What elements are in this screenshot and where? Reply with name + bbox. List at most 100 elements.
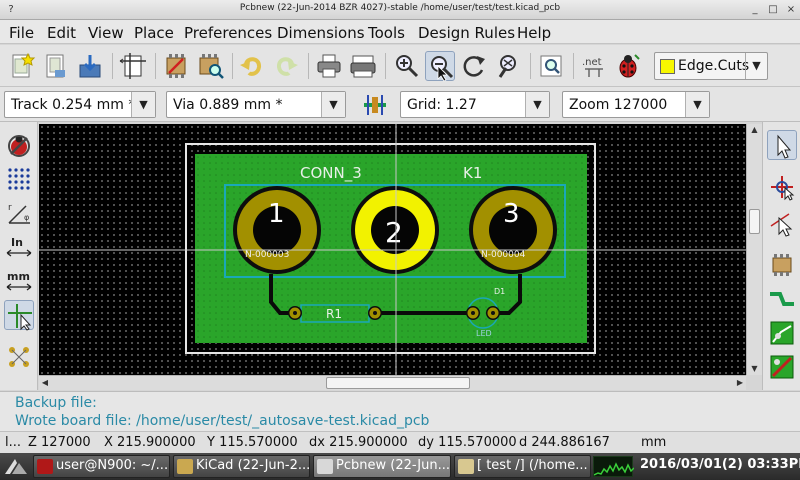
polar-coords-button[interactable]: rφ <box>4 198 34 228</box>
start-button[interactable] <box>2 455 30 478</box>
zoom-out-button[interactable] <box>425 51 455 82</box>
microwave-icon <box>770 355 794 379</box>
module-editor-icon <box>166 54 186 78</box>
task-terminal-label: user@N900: ~/... <box>56 458 169 473</box>
show-ratsnest-button[interactable] <box>4 342 34 372</box>
task-pcbnew[interactable]: Pcbnew (22-Jun... <box>313 455 451 478</box>
highlight-net-button[interactable] <box>767 172 797 202</box>
zoom-redraw-button[interactable] <box>459 51 489 81</box>
page-settings-button[interactable] <box>118 51 148 81</box>
add-zone-button[interactable] <box>767 318 797 348</box>
chevron-down-icon[interactable]: ▼ <box>685 92 709 117</box>
pcb-canvas[interactable]: CONN_3 K1 1 N-000003 2 3 N-000004 R1 D1 … <box>39 124 746 375</box>
cpu-monitor-graph[interactable] <box>593 456 635 477</box>
grid-toggle-button[interactable] <box>4 164 34 194</box>
save-board-button[interactable] <box>75 51 105 81</box>
kicad-icon <box>177 459 193 474</box>
menu-tools[interactable]: Tools <box>368 24 405 42</box>
pad-1-net: N-000003 <box>245 250 289 260</box>
scroll-up-icon[interactable]: ▲ <box>747 124 762 136</box>
layer-select[interactable]: Edge.Cuts ▼ <box>654 52 768 80</box>
redo-button[interactable] <box>271 51 301 81</box>
svg-text:In: In <box>11 236 23 249</box>
pad-1[interactable]: 1 N-000003 <box>233 186 321 274</box>
add-module-button[interactable] <box>767 250 797 280</box>
ratsnest-icon <box>9 347 29 367</box>
board-drawing: CONN_3 K1 1 N-000003 2 3 N-000004 R1 D1 … <box>39 124 746 375</box>
grid-icon <box>8 168 30 190</box>
plot-button[interactable] <box>348 51 378 81</box>
module-viewer-button[interactable] <box>195 51 225 81</box>
zoom-select[interactable]: Zoom 127000 ▼ <box>562 91 710 118</box>
menu-place[interactable]: Place <box>134 24 174 42</box>
status-zoom: Z 127000 <box>28 435 91 450</box>
chevron-down-icon[interactable]: ▼ <box>321 92 345 117</box>
pad-3[interactable]: 3 N-000004 <box>469 186 557 274</box>
undo-icon <box>240 57 261 76</box>
module-editor-button[interactable] <box>161 51 191 81</box>
inch-units-button[interactable]: In <box>4 232 34 262</box>
status-y: Y 115.570000 <box>207 435 298 450</box>
microwave-tools-button[interactable] <box>767 352 797 382</box>
track-width-select[interactable]: Track 0.254 mm * ▼ <box>4 91 156 118</box>
menu-edit[interactable]: Edit <box>47 24 76 42</box>
zoom-value: Zoom 127000 <box>569 97 668 113</box>
add-track-button[interactable] <box>767 284 797 314</box>
d1-pad-k-drill <box>491 311 495 315</box>
start-menu-icon <box>5 459 27 474</box>
vertical-scroll-thumb[interactable] <box>749 209 760 234</box>
menu-dimensions[interactable]: Dimensions <box>277 24 365 42</box>
drc-off-button[interactable] <box>4 130 34 160</box>
open-board-button[interactable] <box>41 51 71 81</box>
vertical-scrollbar[interactable]: ▲ ▼ <box>746 124 762 375</box>
new-board-button[interactable] <box>7 51 37 81</box>
task-kicad[interactable]: KiCad (22-Jun-2... <box>173 455 310 478</box>
toolbar-separator <box>112 53 113 79</box>
maximize-button[interactable]: □ <box>766 3 780 17</box>
grid-select[interactable]: Grid: 1.27 ▼ <box>400 91 550 118</box>
zoom-in-icon <box>396 55 419 78</box>
toolbar-separator <box>232 53 233 79</box>
chevron-down-icon[interactable]: ▼ <box>745 53 767 79</box>
minimize-button[interactable]: _ <box>748 3 762 17</box>
menu-preferences[interactable]: Preferences <box>184 24 272 42</box>
auto-track-width-button[interactable] <box>360 91 390 119</box>
ladybug-icon <box>619 54 640 78</box>
scroll-right-icon[interactable]: ▶ <box>734 376 746 390</box>
add-track-icon <box>770 292 794 306</box>
save-board-icon <box>79 55 101 78</box>
local-ratsnest-icon <box>770 213 793 237</box>
print-icon <box>317 54 341 78</box>
zoom-auto-button[interactable] <box>493 51 523 81</box>
menu-design-rules[interactable]: Design Rules <box>418 24 515 42</box>
pad-2[interactable]: 2 <box>351 186 439 274</box>
menu-view[interactable]: View <box>88 24 124 42</box>
via-size-select[interactable]: Via 0.889 mm * ▼ <box>166 91 346 118</box>
arrow-cursor-icon <box>777 134 792 159</box>
horizontal-scrollbar[interactable]: ◀ ▶ <box>39 375 746 390</box>
zoom-in-button[interactable] <box>391 51 421 81</box>
netlist-button[interactable]: .net <box>579 51 609 81</box>
scroll-down-icon[interactable]: ▼ <box>747 363 762 375</box>
print-button[interactable] <box>314 51 344 81</box>
chevron-down-icon[interactable]: ▼ <box>525 92 549 117</box>
menu-file[interactable]: File <box>9 24 34 42</box>
taskbar-clock[interactable]: 2016/03/01(2) 03:33PM <box>640 457 800 472</box>
chevron-down-icon[interactable]: ▼ <box>131 92 155 117</box>
find-button[interactable] <box>536 51 566 81</box>
undo-button[interactable] <box>237 51 267 81</box>
select-tool-button[interactable] <box>767 130 797 160</box>
menu-help[interactable]: Help <box>517 24 551 42</box>
local-ratsnest-button[interactable] <box>767 208 797 238</box>
mm-units-button[interactable]: mm <box>4 266 34 296</box>
layer-color-swatch <box>660 59 675 74</box>
cursor-shape-button[interactable] <box>4 300 34 331</box>
horizontal-scroll-thumb[interactable] <box>326 377 470 389</box>
track-width-value: Track 0.254 mm * <box>11 97 136 113</box>
drc-button[interactable] <box>613 51 643 81</box>
task-terminal[interactable]: user@N900: ~/... <box>33 455 170 478</box>
close-button[interactable]: × <box>784 3 798 17</box>
scroll-left-icon[interactable]: ◀ <box>39 376 51 390</box>
left-options-toolbar: rφ In mm <box>0 122 38 390</box>
task-file-manager[interactable]: [ test /] (/home... <box>454 455 591 478</box>
